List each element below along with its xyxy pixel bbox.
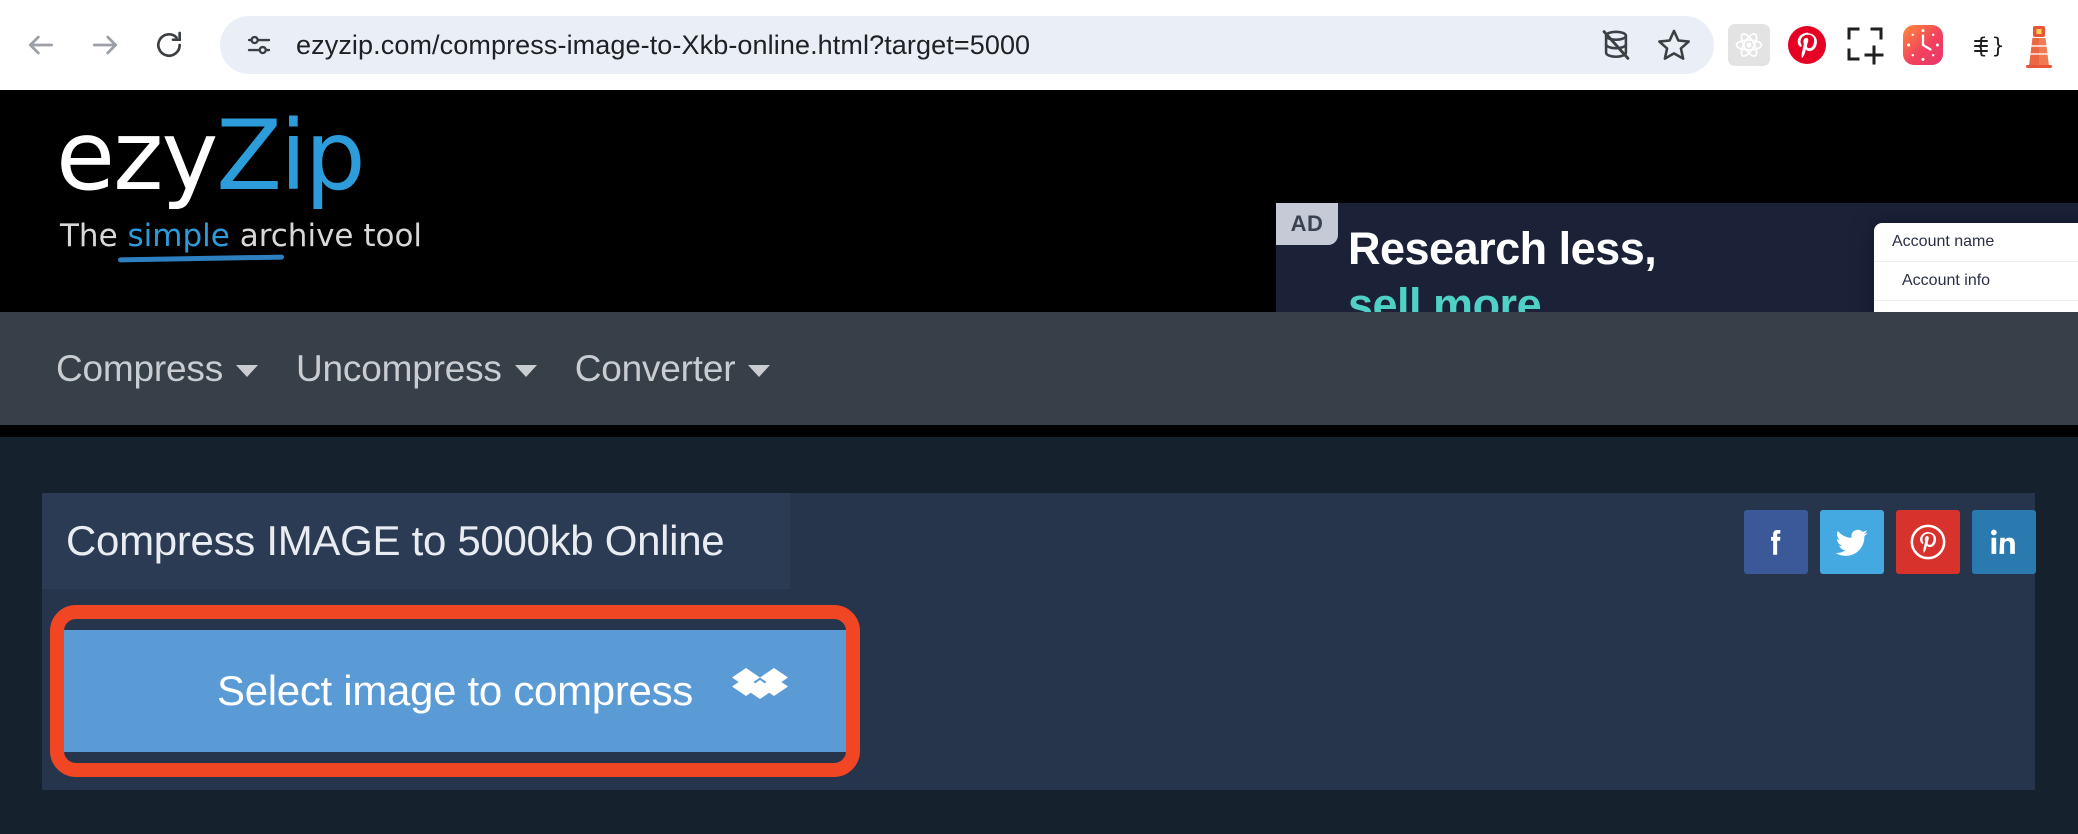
- database-off-icon[interactable]: [1590, 19, 1642, 71]
- tagline-underline-swoosh: [117, 254, 285, 263]
- site-logo[interactable]: ezyZip The simple archive tool: [56, 108, 423, 263]
- svg-text:}: }: [1991, 34, 2004, 58]
- tagline-highlight: simple: [127, 218, 230, 254]
- json-formatter-icon[interactable]: { }: [1956, 20, 2006, 70]
- url-text: ezyzip.com/compress-image-to-Xkb-online.…: [296, 29, 1031, 60]
- back-arrow-icon: [29, 35, 53, 55]
- chevron-down-icon: [236, 364, 258, 377]
- ad-badge: AD: [1276, 203, 1338, 245]
- omnibox-actions: [1590, 19, 1700, 71]
- select-image-highlight-box: Select image to compress: [50, 605, 860, 777]
- ad-mock-row-account-info: Account info: [1874, 262, 2078, 301]
- browser-toolbar: ezyzip.com/compress-image-to-Xkb-online.…: [0, 0, 2078, 90]
- site-header: ezyZip The simple archive tool AD Resear…: [0, 90, 2078, 383]
- forward-arrow-icon: [93, 35, 117, 55]
- twitter-bird-icon: [1835, 529, 1868, 556]
- tagline-prefix: The: [60, 218, 128, 254]
- pinterest-icon[interactable]: [1782, 20, 1832, 70]
- logo-text-ezy: ezy: [56, 100, 218, 212]
- forward-button[interactable]: [76, 16, 134, 74]
- site-navbar: Compress Uncompress Converter: [0, 312, 2078, 425]
- select-image-button-label: Select image to compress: [216, 667, 693, 714]
- tune-settings-icon: [247, 35, 271, 55]
- ad-headline-1: Research less,: [1348, 223, 1657, 274]
- nav-label-converter: Converter: [574, 347, 736, 389]
- linkedin-icon: [1991, 529, 2015, 554]
- chevron-down-icon: [748, 364, 771, 377]
- nav-item-compress[interactable]: Compress: [56, 348, 258, 390]
- dropbox-icon[interactable]: [732, 666, 788, 716]
- reload-icon: [157, 31, 181, 57]
- logo-tagline: The simple archive tool: [60, 218, 423, 263]
- site-information-button[interactable]: [238, 24, 280, 66]
- nav-label-compress: Compress: [56, 347, 223, 389]
- address-bar[interactable]: ezyzip.com/compress-image-to-Xkb-online.…: [220, 16, 1714, 74]
- reload-button[interactable]: [140, 16, 198, 74]
- chevron-down-icon: [514, 364, 537, 377]
- pinterest-share-button[interactable]: [1896, 510, 1960, 574]
- screenshot-capture-icon[interactable]: [1840, 20, 1890, 70]
- pinterest-icon: [1910, 524, 1946, 560]
- facebook-icon: [1771, 529, 1781, 555]
- twitter-share-button[interactable]: [1820, 510, 1884, 574]
- social-share-bar: [1744, 510, 2036, 574]
- logo-text-zip: Zip: [216, 100, 365, 212]
- ad-mock-row-account-name: Account name: [1874, 223, 2078, 262]
- nav-label-uncompress: Uncompress: [296, 347, 502, 389]
- tagline-suffix: archive tool: [229, 218, 423, 254]
- star-icon[interactable]: [1648, 19, 1700, 71]
- main-content: Compress IMAGE to 5000kb Online Select i…: [0, 437, 2078, 834]
- extensions-toolbar: { }: [1724, 20, 2078, 70]
- tool-card-header: Compress IMAGE to 5000kb Online: [42, 493, 790, 589]
- linkedin-share-button[interactable]: [1972, 510, 2036, 574]
- lighthouse-icon[interactable]: [2014, 20, 2064, 70]
- facebook-share-button[interactable]: [1744, 510, 1808, 574]
- page-title: Compress IMAGE to 5000kb Online: [66, 517, 725, 564]
- navbar-bottom-rule: [0, 425, 2078, 437]
- nav-item-uncompress[interactable]: Uncompress: [296, 348, 537, 390]
- back-button[interactable]: [12, 16, 70, 74]
- logo-wordmark: ezyZip: [56, 108, 422, 204]
- wakatime-clock-icon[interactable]: [1898, 20, 1948, 70]
- react-devtools-icon[interactable]: [1724, 20, 1774, 70]
- nav-item-converter[interactable]: Converter: [575, 348, 771, 390]
- tool-card: Compress IMAGE to 5000kb Online Select i…: [42, 493, 2035, 790]
- select-image-to-compress-button[interactable]: Select image to compress: [64, 630, 846, 752]
